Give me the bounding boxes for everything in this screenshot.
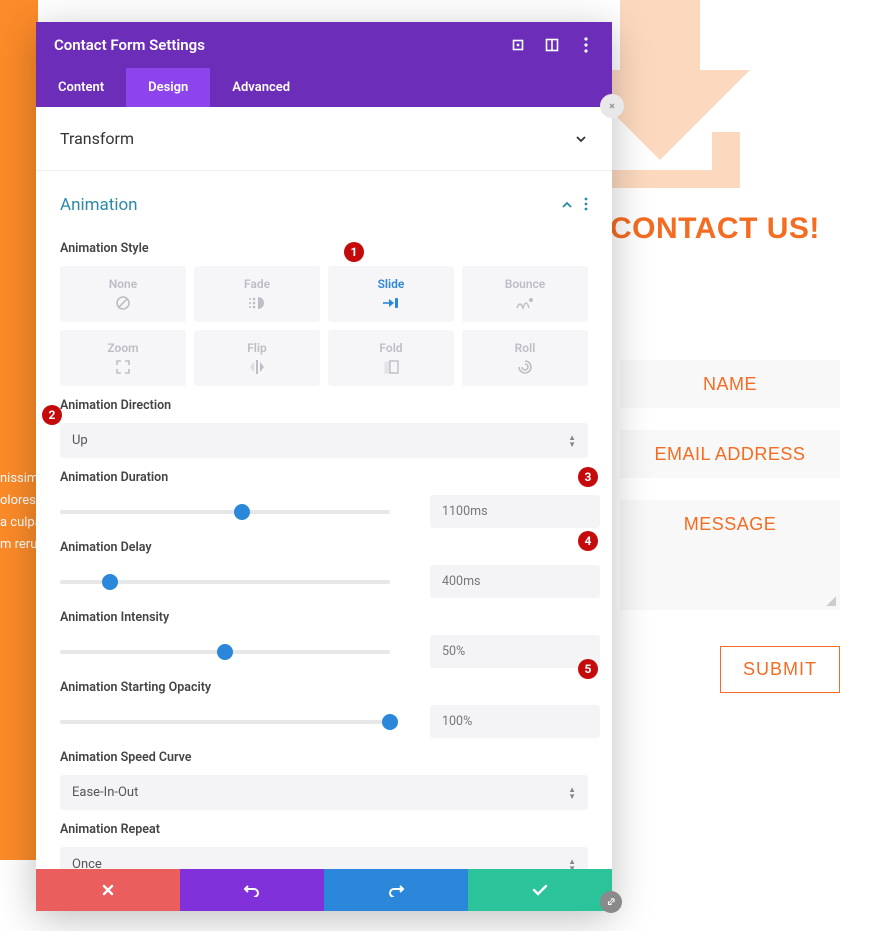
chevron-down-icon bbox=[574, 132, 588, 146]
tab-design[interactable]: Design bbox=[126, 68, 210, 107]
animation-delay-label: Animation Delay bbox=[60, 540, 588, 555]
name-field[interactable]: NAME bbox=[620, 360, 840, 408]
settings-modal: Contact Form Settings Content Design Adv… bbox=[36, 22, 612, 911]
fade-icon bbox=[247, 295, 267, 311]
bounce-icon bbox=[515, 295, 535, 311]
animation-delay-input[interactable]: 400ms bbox=[430, 565, 600, 598]
modal-title: Contact Form Settings bbox=[54, 36, 205, 54]
animation-repeat-label: Animation Repeat bbox=[60, 822, 588, 837]
annotation-badge-5: 5 bbox=[578, 659, 598, 679]
confirm-button[interactable] bbox=[468, 869, 612, 911]
chevron-up-icon[interactable] bbox=[560, 198, 574, 212]
contact-form-preview: NAME EMAIL ADDRESS MESSAGE SUBMIT bbox=[620, 360, 840, 693]
animation-repeat-select[interactable]: Once ▲▼ bbox=[60, 847, 588, 869]
roll-icon bbox=[515, 359, 535, 375]
section-transform[interactable]: Transform bbox=[36, 107, 612, 171]
style-bounce[interactable]: Bounce bbox=[462, 266, 588, 322]
style-flip[interactable]: Flip bbox=[194, 330, 320, 386]
section-menu-icon[interactable] bbox=[584, 196, 588, 215]
contact-us-heading: CONTACT US! bbox=[610, 212, 820, 246]
style-zoom[interactable]: Zoom bbox=[60, 330, 186, 386]
flip-icon bbox=[247, 359, 267, 375]
style-fade[interactable]: Fade bbox=[194, 266, 320, 322]
tab-advanced[interactable]: Advanced bbox=[210, 68, 312, 107]
slider-thumb[interactable] bbox=[234, 504, 250, 520]
expand-icon[interactable] bbox=[510, 37, 526, 53]
annotation-badge-1: 1 bbox=[344, 242, 364, 262]
undo-button[interactable] bbox=[180, 869, 324, 911]
animation-speed-curve-value: Ease-In-Out bbox=[72, 785, 138, 800]
redo-button[interactable] bbox=[324, 869, 468, 911]
animation-opacity-label: Animation Starting Opacity bbox=[60, 680, 588, 695]
style-roll[interactable]: Roll bbox=[462, 330, 588, 386]
fold-icon bbox=[381, 359, 401, 375]
slider-thumb[interactable] bbox=[102, 574, 118, 590]
email-field[interactable]: EMAIL ADDRESS bbox=[620, 430, 840, 478]
animation-direction-label: Animation Direction bbox=[60, 398, 588, 413]
style-fold[interactable]: Fold bbox=[328, 330, 454, 386]
style-none[interactable]: None bbox=[60, 266, 186, 322]
message-field[interactable]: MESSAGE bbox=[620, 500, 840, 610]
animation-header[interactable]: Animation bbox=[60, 185, 588, 229]
animation-delay-slider[interactable] bbox=[60, 580, 390, 584]
panel-layout-icon[interactable] bbox=[544, 37, 560, 53]
animation-style-label: Animation Style bbox=[60, 241, 588, 256]
animation-style-grid: None Fade Slide Bounce Zoom Flip Fold Ro… bbox=[60, 266, 588, 386]
modal-tabs: Content Design Advanced bbox=[36, 68, 612, 107]
animation-intensity-slider[interactable] bbox=[60, 650, 390, 654]
animation-intensity-input[interactable]: 50% bbox=[430, 635, 600, 668]
animation-opacity-input[interactable]: 100% bbox=[430, 705, 600, 738]
none-icon bbox=[113, 295, 133, 311]
animation-intensity-label: Animation Intensity bbox=[60, 610, 588, 625]
animation-duration-slider[interactable] bbox=[60, 510, 390, 514]
left-orange-strip bbox=[0, 0, 38, 860]
animation-duration-label: Animation Duration bbox=[60, 470, 588, 485]
animation-repeat-value: Once bbox=[72, 857, 102, 869]
select-carets-icon: ▲▼ bbox=[568, 434, 576, 448]
animation-direction-value: Up bbox=[72, 433, 88, 448]
animation-speed-curve-select[interactable]: Ease-In-Out ▲▼ bbox=[60, 775, 588, 810]
select-carets-icon: ▲▼ bbox=[568, 786, 576, 800]
cancel-button[interactable] bbox=[36, 869, 180, 911]
modal-header: Contact Form Settings bbox=[36, 22, 612, 68]
animation-direction-select[interactable]: Up ▲▼ bbox=[60, 423, 588, 458]
close-pill-icon[interactable] bbox=[600, 94, 624, 118]
slide-icon bbox=[381, 295, 401, 311]
tab-content[interactable]: Content bbox=[36, 68, 126, 107]
annotation-badge-4: 4 bbox=[578, 531, 598, 551]
annotation-badge-3: 3 bbox=[578, 467, 598, 487]
modal-body: Transform Animation Animation Style None… bbox=[36, 107, 612, 869]
kebab-menu-icon[interactable] bbox=[578, 37, 594, 53]
annotation-badge-2: 2 bbox=[42, 405, 62, 425]
animation-opacity-slider[interactable] bbox=[60, 720, 390, 724]
slider-thumb[interactable] bbox=[382, 714, 398, 730]
section-animation: Animation Animation Style None Fade Slid… bbox=[36, 171, 612, 869]
zoom-icon bbox=[113, 359, 133, 375]
select-carets-icon: ▲▼ bbox=[568, 858, 576, 870]
style-slide[interactable]: Slide bbox=[328, 266, 454, 322]
submit-button[interactable]: SUBMIT bbox=[720, 646, 840, 693]
modal-footer bbox=[36, 869, 612, 911]
section-transform-label: Transform bbox=[60, 129, 134, 148]
animation-speed-curve-label: Animation Speed Curve bbox=[60, 750, 588, 765]
animation-duration-input[interactable]: 1100ms bbox=[430, 495, 600, 528]
animation-title: Animation bbox=[60, 195, 138, 215]
slider-thumb[interactable] bbox=[217, 644, 233, 660]
